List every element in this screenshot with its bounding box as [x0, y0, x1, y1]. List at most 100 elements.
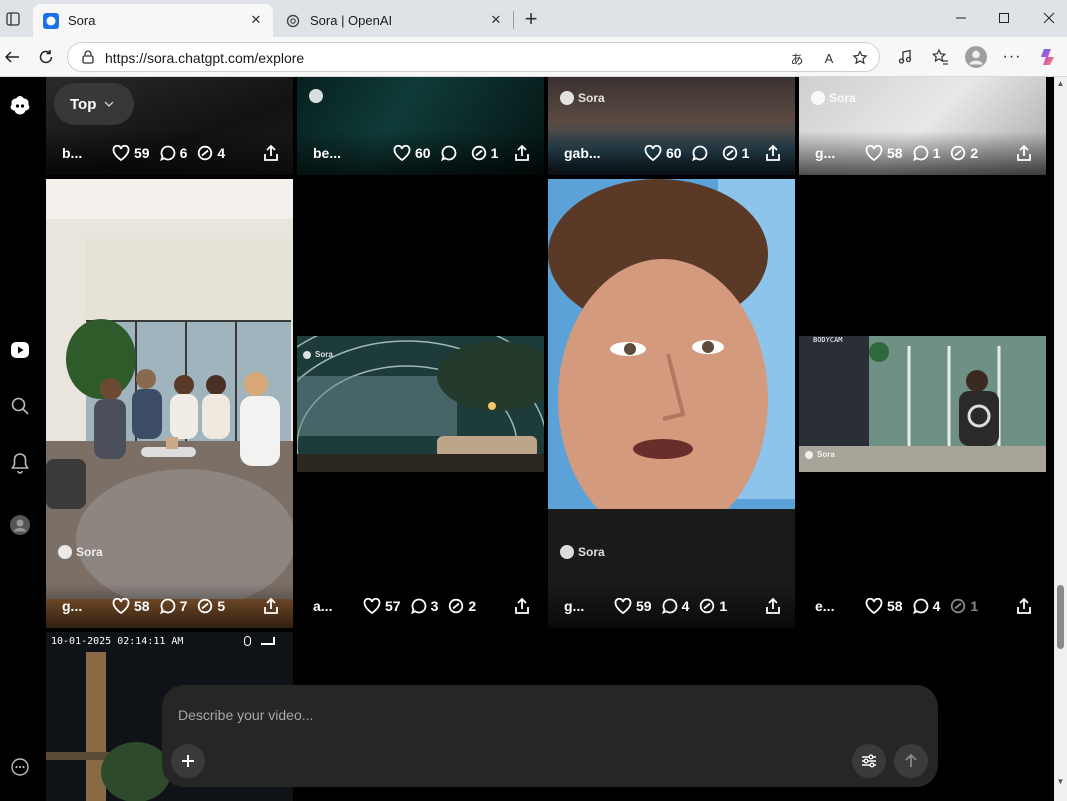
video-title[interactable]: e... [815, 598, 865, 614]
media-icon[interactable] [893, 45, 917, 69]
video-title[interactable]: g... [564, 598, 614, 614]
remix-icon[interactable] [722, 145, 738, 161]
video-tile[interactable]: Sora a... 57 3 2 [297, 179, 544, 628]
video-tile[interactable]: be... 60 1 [297, 77, 544, 175]
remix-icon[interactable] [471, 145, 487, 161]
heart-icon[interactable] [644, 145, 662, 161]
lock-icon[interactable] [80, 49, 96, 65]
arrow-up-icon [905, 754, 917, 767]
video-title[interactable]: g... [815, 145, 865, 161]
submit-button[interactable] [894, 744, 928, 778]
sora-favicon-icon [43, 12, 59, 29]
share-icon[interactable] [263, 597, 279, 615]
remix-icon[interactable] [448, 598, 464, 614]
sora-logo-icon[interactable] [8, 94, 32, 118]
remix-icon[interactable] [699, 598, 715, 614]
more-options-icon[interactable]: ··· [1000, 45, 1024, 69]
video-tile[interactable]: BODYCAM Sora e... 58 4 1 [799, 179, 1046, 628]
tab-actions-icon[interactable] [2, 8, 24, 30]
video-title[interactable]: b... [62, 145, 112, 161]
video-title[interactable]: a... [313, 598, 363, 614]
close-window-icon[interactable] [1036, 6, 1062, 30]
user-avatar-icon[interactable] [8, 513, 32, 537]
heart-icon[interactable] [112, 598, 130, 614]
remix-icon[interactable] [197, 145, 213, 161]
sora-ghost-icon [309, 89, 323, 103]
back-arrow-icon[interactable] [0, 45, 24, 69]
share-icon[interactable] [514, 597, 530, 615]
heart-icon[interactable] [865, 145, 883, 161]
favorites-icon[interactable] [928, 45, 952, 69]
new-tab-button[interactable]: + [519, 6, 543, 31]
share-icon[interactable] [1016, 597, 1032, 615]
scrollbar-thumb[interactable] [1057, 585, 1064, 649]
video-tile[interactable]: Sora g... 58 1 2 [799, 77, 1046, 175]
tile-stats-bar: be... 60 1 [297, 131, 544, 175]
comment-icon[interactable] [159, 145, 176, 161]
close-tab-icon[interactable]: ✕ [487, 11, 505, 29]
heart-icon[interactable] [393, 145, 411, 161]
address-bar[interactable]: https://sora.chatgpt.com/explore あ A [67, 42, 880, 72]
search-icon[interactable] [8, 394, 32, 418]
sora-watermark: Sora [560, 91, 605, 105]
heart-icon[interactable] [112, 145, 130, 161]
scroll-down-arrow-icon[interactable]: ▼ [1056, 777, 1065, 786]
like-count: 60 [666, 145, 682, 161]
share-icon[interactable] [263, 144, 279, 162]
video-title[interactable]: gab... [564, 145, 614, 161]
sidebar [0, 77, 40, 801]
sora-watermark: Sora [805, 450, 835, 459]
favorite-star-icon[interactable] [851, 49, 869, 67]
remix-count: 5 [217, 598, 226, 614]
comment-icon[interactable] [159, 598, 176, 614]
tab-sora[interactable]: Sora ✕ [33, 4, 273, 37]
video-tile[interactable]: Sora g... 59 4 1 [548, 179, 795, 628]
prompt-input[interactable]: Describe your video... [178, 707, 313, 723]
refresh-icon[interactable] [34, 45, 58, 69]
add-media-button[interactable] [171, 744, 205, 778]
notifications-bell-icon[interactable] [8, 451, 32, 475]
comment-count: 4 [932, 598, 941, 614]
share-icon[interactable] [765, 144, 781, 162]
vertical-scrollbar[interactable]: ▲ ▼ [1054, 77, 1067, 801]
video-title[interactable]: g... [62, 598, 112, 614]
translate-icon[interactable]: あ [788, 49, 806, 67]
more-menu-icon[interactable] [8, 755, 32, 779]
openai-favicon-icon [285, 13, 301, 29]
video-feed-icon[interactable] [8, 338, 32, 362]
comment-icon[interactable] [440, 145, 457, 161]
remix-icon[interactable] [950, 598, 966, 614]
heart-icon[interactable] [363, 598, 381, 614]
maximize-icon[interactable] [991, 6, 1017, 30]
comment-icon[interactable] [912, 145, 929, 161]
video-tile[interactable]: Sora g... 58 7 5 [46, 179, 293, 628]
settings-button[interactable] [852, 744, 886, 778]
comment-icon[interactable] [691, 145, 708, 161]
sort-dropdown[interactable]: Top [54, 83, 134, 125]
copilot-icon[interactable] [1037, 45, 1061, 69]
comment-icon[interactable] [410, 598, 427, 614]
tab-sora-openai[interactable]: Sora | OpenAI ✕ [275, 4, 513, 37]
comment-count: 7 [179, 598, 188, 614]
share-icon[interactable] [765, 597, 781, 615]
share-icon[interactable] [514, 144, 530, 162]
remix-icon[interactable] [197, 598, 213, 614]
sora-ghost-icon [560, 545, 574, 559]
profile-avatar-icon[interactable] [964, 45, 988, 69]
sora-ghost-icon [805, 450, 813, 459]
remix-icon[interactable] [950, 145, 966, 161]
comment-icon[interactable] [912, 598, 929, 614]
heart-icon[interactable] [865, 598, 883, 614]
video-tile[interactable]: Sora gab... 60 1 [548, 77, 795, 175]
read-aloud-icon[interactable]: A [820, 49, 838, 67]
url-text[interactable]: https://sora.chatgpt.com/explore [105, 50, 304, 66]
video-title[interactable]: be... [313, 145, 363, 161]
scroll-up-arrow-icon[interactable]: ▲ [1056, 79, 1065, 88]
sora-watermark: Sora [811, 91, 856, 105]
heart-icon[interactable] [614, 598, 632, 614]
minimize-icon[interactable] [948, 6, 974, 30]
tab-separator [513, 11, 514, 29]
share-icon[interactable] [1016, 144, 1032, 162]
comment-icon[interactable] [661, 598, 678, 614]
close-tab-icon[interactable]: ✕ [247, 11, 265, 29]
